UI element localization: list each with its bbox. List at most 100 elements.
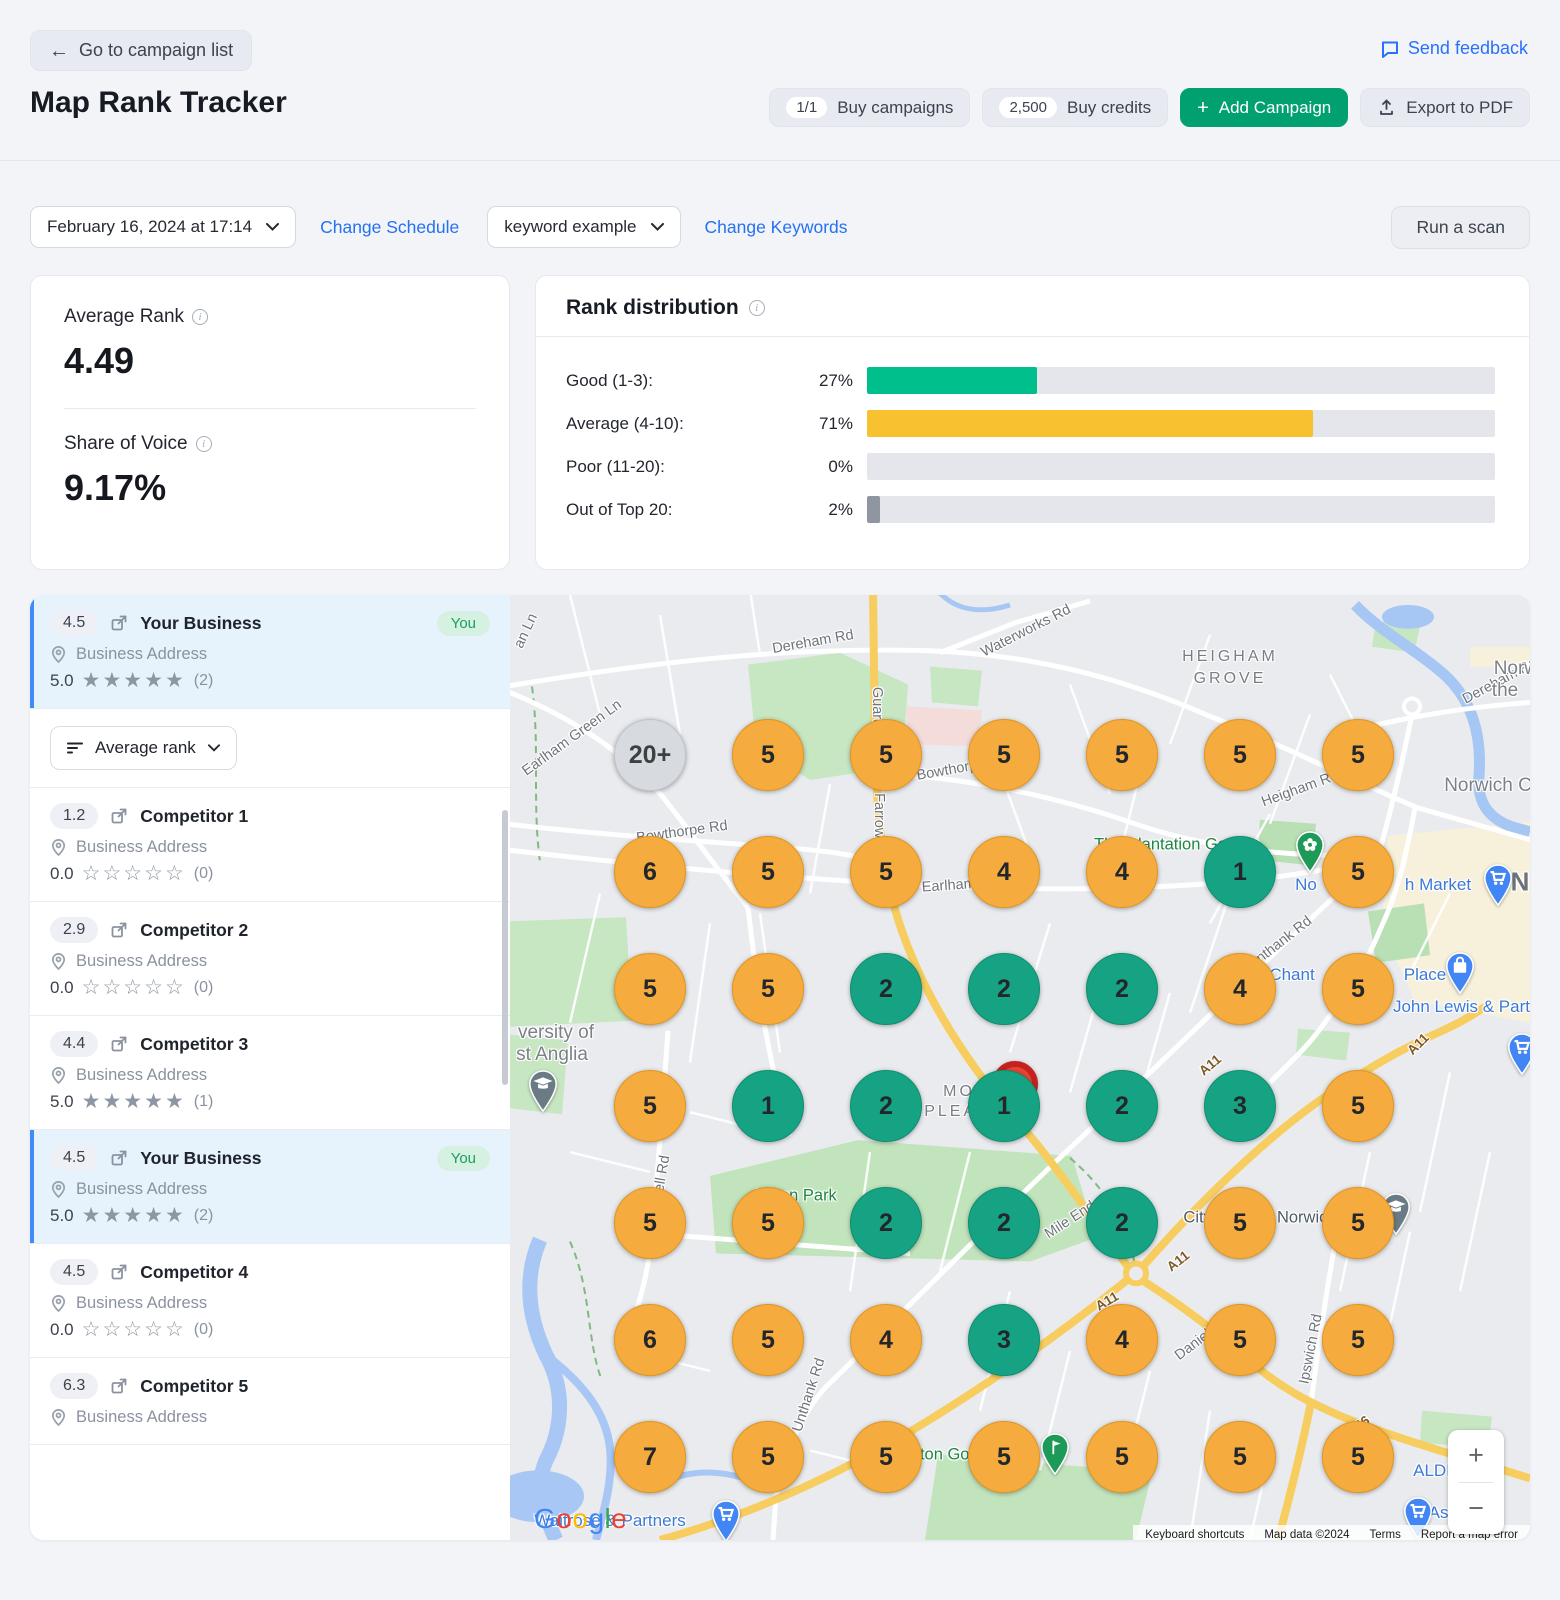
rank-value: 5 xyxy=(761,1209,775,1238)
external-link-icon[interactable] xyxy=(110,1035,128,1053)
map-rank-marker[interactable]: 5 xyxy=(850,719,922,791)
business-list-item[interactable]: 6.3 Competitor 5 Business Address xyxy=(30,1358,510,1445)
rank-distribution-row: Out of Top 20: 2% xyxy=(566,488,1495,531)
sidebar-scrollbar[interactable] xyxy=(502,810,508,1085)
map-rank-marker[interactable]: 2 xyxy=(968,1187,1040,1259)
zoom-out-button[interactable]: − xyxy=(1448,1483,1504,1535)
map-rank-marker[interactable]: 1 xyxy=(968,1070,1040,1142)
map-rank-marker[interactable]: 5 xyxy=(1322,953,1394,1025)
business-list-item[interactable]: 4.5 Your Business You Business Address 5… xyxy=(30,595,510,709)
back-to-campaign-list-button[interactable]: ← Go to campaign list xyxy=(30,30,252,71)
rank-badge: 4.4 xyxy=(50,1031,98,1057)
map-rank-marker[interactable]: 3 xyxy=(968,1304,1040,1376)
cart-poi-pin[interactable] xyxy=(1507,1032,1531,1076)
map-rank-marker[interactable]: 5 xyxy=(1322,836,1394,908)
map-rank-marker[interactable]: 6 xyxy=(614,836,686,908)
rank-value: 2 xyxy=(1115,975,1129,1004)
map-rank-marker[interactable]: 5 xyxy=(1204,719,1276,791)
map-rank-marker[interactable]: 2 xyxy=(850,1187,922,1259)
map-rank-marker[interactable]: 5 xyxy=(1086,1421,1158,1493)
rank-map[interactable]: Dereham RdWaterworks RdDereham Rdan LnEa… xyxy=(510,595,1530,1540)
external-link-icon[interactable] xyxy=(110,1263,128,1281)
map-rank-marker[interactable]: 7 xyxy=(614,1421,686,1493)
cart-poi-pin[interactable] xyxy=(1483,863,1514,907)
map-rank-marker[interactable]: 5 xyxy=(1322,719,1394,791)
map-rank-marker[interactable]: 2 xyxy=(1086,953,1158,1025)
map-rank-marker[interactable]: 2 xyxy=(1086,1070,1158,1142)
map-rank-marker[interactable]: 5 xyxy=(614,953,686,1025)
sort-by-dropdown[interactable]: Average rank xyxy=(50,726,237,770)
zoom-in-button[interactable]: + xyxy=(1448,1430,1504,1482)
map-rank-marker[interactable]: 5 xyxy=(732,719,804,791)
map-rank-marker[interactable]: 2 xyxy=(1086,1187,1158,1259)
external-link-icon[interactable] xyxy=(110,614,128,632)
business-list-item[interactable]: 2.9 Competitor 2 Business Address 0.0 ☆☆… xyxy=(30,902,510,1016)
map-rank-marker[interactable]: 5 xyxy=(732,1421,804,1493)
map-rank-marker[interactable]: 4 xyxy=(1086,1304,1158,1376)
scan-date-select[interactable]: February 16, 2024 at 17:14 xyxy=(30,206,296,248)
map-rank-marker[interactable]: 5 xyxy=(968,719,1040,791)
info-icon[interactable] xyxy=(192,309,208,325)
scan-date-value: February 16, 2024 at 17:14 xyxy=(47,217,252,237)
external-link-icon[interactable] xyxy=(110,921,128,939)
business-list-sidebar: 4.5 Your Business You Business Address 5… xyxy=(30,595,510,1540)
add-campaign-button[interactable]: + Add Campaign xyxy=(1180,88,1348,127)
map-rank-marker[interactable]: 5 xyxy=(1204,1421,1276,1493)
rank-value: 5 xyxy=(997,741,1011,770)
external-link-icon[interactable] xyxy=(110,1149,128,1167)
map-rank-marker[interactable]: 20+ xyxy=(614,719,686,791)
cart-poi-pin[interactable] xyxy=(711,1499,742,1540)
map-rank-marker[interactable]: 5 xyxy=(614,1070,686,1142)
business-list-item[interactable]: 4.5 Your Business You Business Address 5… xyxy=(30,1130,510,1244)
buy-campaigns-button[interactable]: 1/1 Buy campaigns xyxy=(769,88,970,127)
map-rank-marker[interactable]: 5 xyxy=(732,1304,804,1376)
map-rank-marker[interactable]: 5 xyxy=(1086,719,1158,791)
run-scan-button[interactable]: Run a scan xyxy=(1391,206,1530,249)
map-rank-marker[interactable]: 5 xyxy=(1322,1421,1394,1493)
send-feedback-link[interactable]: Send feedback xyxy=(1380,38,1528,59)
map-rank-marker[interactable]: 2 xyxy=(850,953,922,1025)
map-rank-marker[interactable]: 5 xyxy=(1204,1187,1276,1259)
info-icon[interactable] xyxy=(749,300,765,316)
map-rank-marker[interactable]: 5 xyxy=(1322,1304,1394,1376)
map-rank-marker[interactable]: 4 xyxy=(1204,953,1276,1025)
business-list-item[interactable]: 4.5 Competitor 4 Business Address 0.0 ☆☆… xyxy=(30,1244,510,1358)
map-rank-marker[interactable]: 1 xyxy=(732,1070,804,1142)
map-rank-marker[interactable]: 5 xyxy=(850,1421,922,1493)
map-rank-marker[interactable]: 5 xyxy=(614,1187,686,1259)
map-rank-marker[interactable]: 4 xyxy=(968,836,1040,908)
map-rank-marker[interactable]: 4 xyxy=(1086,836,1158,908)
map-rank-marker[interactable]: 5 xyxy=(850,836,922,908)
export-to-pdf-button[interactable]: Export to PDF xyxy=(1360,88,1530,127)
external-link-icon[interactable] xyxy=(110,807,128,825)
business-list-item[interactable]: 1.2 Competitor 1 Business Address 0.0 ☆☆… xyxy=(30,788,510,902)
flower-poi-pin[interactable] xyxy=(1295,830,1326,874)
map-rank-marker[interactable]: 5 xyxy=(732,953,804,1025)
attribution-item[interactable]: Keyboard shortcuts xyxy=(1145,1529,1244,1540)
cap-poi-pin[interactable] xyxy=(528,1069,559,1113)
dist-percentage: 0% xyxy=(791,457,853,477)
map-rank-marker[interactable]: 5 xyxy=(1204,1304,1276,1376)
map-rank-marker[interactable]: 2 xyxy=(968,953,1040,1025)
map-rank-marker[interactable]: 5 xyxy=(732,836,804,908)
map-rank-marker[interactable]: 5 xyxy=(1322,1187,1394,1259)
change-schedule-link[interactable]: Change Schedule xyxy=(320,217,459,238)
share-of-voice-value: 9.17% xyxy=(64,467,476,509)
info-icon[interactable] xyxy=(196,436,212,452)
map-rank-marker[interactable]: 6 xyxy=(614,1304,686,1376)
buy-credits-button[interactable]: 2,500 Buy credits xyxy=(982,88,1168,127)
map-rank-marker[interactable]: 4 xyxy=(850,1304,922,1376)
change-keywords-link[interactable]: Change Keywords xyxy=(705,217,848,238)
bag-poi-pin[interactable] xyxy=(1445,951,1476,995)
map-rank-marker[interactable]: 5 xyxy=(732,1187,804,1259)
golf-poi-pin[interactable] xyxy=(1040,1432,1071,1476)
map-rank-marker[interactable]: 5 xyxy=(968,1421,1040,1493)
map-rank-marker[interactable]: 2 xyxy=(850,1070,922,1142)
business-list-item[interactable]: 4.4 Competitor 3 Business Address 5.0 ★★… xyxy=(30,1016,510,1130)
map-rank-marker[interactable]: 3 xyxy=(1204,1070,1276,1142)
external-link-icon[interactable] xyxy=(110,1377,128,1395)
keyword-select[interactable]: keyword example xyxy=(487,206,680,248)
map-rank-marker[interactable]: 1 xyxy=(1204,836,1276,908)
attribution-item[interactable]: Terms xyxy=(1370,1529,1401,1540)
map-rank-marker[interactable]: 5 xyxy=(1322,1070,1394,1142)
